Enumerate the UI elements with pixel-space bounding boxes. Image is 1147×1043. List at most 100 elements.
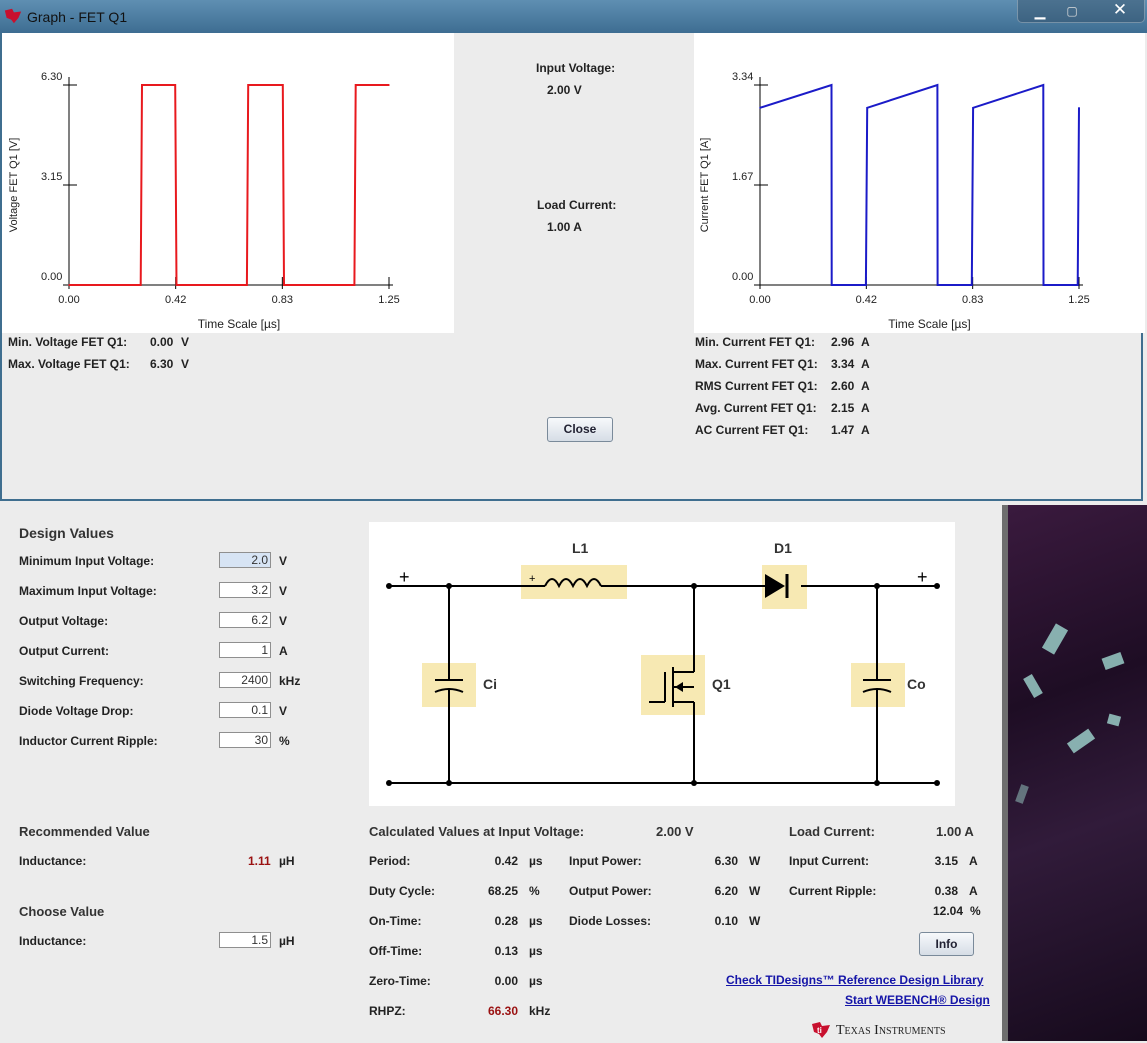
maximize-icon[interactable]: ▢ [1058, 2, 1086, 20]
load-heading: Load Current: [789, 824, 875, 839]
calc-row-value: 0.00 [494, 974, 518, 988]
y-tick-label: 6.30 [41, 71, 62, 83]
data-point [972, 107, 974, 109]
ti-logo: ti [810, 1020, 832, 1043]
calc-row-label: Zero-Time: [369, 974, 431, 988]
data-point [830, 84, 833, 86]
x-tick-label: 1.25 [378, 294, 399, 306]
y-axis-label: Voltage FET Q1 [V] [8, 138, 20, 233]
load-heading-value: 1.00 A [936, 824, 974, 839]
graph-window-titlebar[interactable]: Graph - FET Q1 ▁ ▢ ✕ [0, 0, 1147, 33]
design-row-input[interactable]: 2400 [219, 672, 271, 688]
minimize-icon[interactable]: ▁ [1026, 2, 1054, 20]
power-row-value: 6.30 [714, 854, 738, 868]
calc-row-unit: % [529, 884, 540, 898]
choose-inductance-input[interactable]: 1.5 [219, 932, 271, 948]
series-line [759, 83, 1080, 286]
design-row-input[interactable]: 0.1 [219, 702, 271, 718]
design-row-unit: A [279, 644, 288, 658]
data-point [68, 284, 70, 286]
design-row-input[interactable]: 1 [219, 642, 271, 658]
current-stat-unit: A [861, 423, 870, 437]
design-row-label: Output Voltage: [19, 614, 109, 628]
voltage-chart: 0.00 3.15 6.30 0.00 0.42 0.83 1.25 Time Scale [… [8, 71, 400, 331]
diode-label: D1 [774, 540, 792, 556]
calc-row-unit: kHz [529, 1004, 551, 1018]
inductor-polarity-label: + [529, 573, 535, 585]
design-row-label: Minimum Input Voltage: [19, 554, 155, 568]
x-tick-label: 0.83 [272, 294, 293, 306]
window-controls: ▁ ▢ ✕ [1017, 0, 1145, 23]
current-stat-label: Min. Current FET Q1: [695, 335, 815, 349]
choose-inductance-label: Inductance: [19, 934, 87, 948]
current-stat-unit: A [861, 335, 870, 349]
design-row-input[interactable]: 30 [219, 732, 271, 748]
calc-row-value: 66.30 [487, 1004, 518, 1018]
current-stat-label: RMS Current FET Q1: [695, 379, 818, 393]
data-point [1042, 284, 1045, 286]
load-current-value: 1.00 A [547, 220, 582, 234]
webench-link[interactable]: Start WEBENCH® Design [845, 993, 990, 1007]
data-point [141, 84, 143, 86]
desktop-background [1008, 505, 1147, 1041]
calc-row-value: 0.28 [494, 914, 518, 928]
calc-row-unit: µs [529, 944, 543, 958]
data-point [830, 284, 833, 286]
design-row-unit: % [279, 734, 290, 748]
design-row-input[interactable]: 3.2 [219, 582, 271, 598]
input-voltage-value: 2.00 V [547, 83, 582, 97]
voltage-stat-value: 6.30 [150, 357, 174, 371]
x-tick-label: 1.25 [1068, 294, 1089, 306]
data-point [1076, 284, 1079, 286]
calc-row-label: Off-Time: [369, 944, 423, 958]
design-row-input[interactable]: 6.2 [219, 612, 271, 628]
calc-row-label: Period: [369, 854, 411, 868]
x-axis-label: Time Scale [µs] [888, 317, 971, 331]
calc-heading: Calculated Values at Input Voltage: [369, 824, 585, 839]
design-row-unit: kHz [279, 674, 301, 688]
recommended-inductance-unit: µH [279, 854, 295, 868]
load-current-label: Load Current: [537, 198, 617, 212]
design-row-input[interactable]: 2.0 [219, 552, 271, 568]
tidesigns-link[interactable]: Check TIDesigns™ Reference Design Librar… [726, 973, 983, 987]
voltage-stat-label: Max. Voltage FET Q1: [8, 357, 130, 371]
current-stat-label: Max. Current FET Q1: [695, 357, 818, 371]
choose-inductance-unit: µH [279, 934, 295, 948]
calc-row-label: On-Time: [369, 914, 422, 928]
design-row-label: Switching Frequency: [19, 674, 144, 688]
load-row-value: 3.15 [934, 854, 958, 868]
y-tick-label: 0.00 [732, 271, 753, 283]
voltage-stat-label: Min. Voltage FET Q1: [8, 335, 128, 349]
current-stat-value: 2.96 [831, 335, 855, 349]
power-row-label: Output Power: [569, 884, 652, 898]
design-row-unit: V [279, 614, 288, 628]
calc-row-value: 68.25 [487, 884, 518, 898]
y-tick-label: 3.34 [732, 71, 753, 83]
calc-row-label: RHPZ: [369, 1004, 406, 1018]
ripple-percent-value: 12.04 [933, 904, 964, 918]
current-stat-value: 3.34 [831, 357, 855, 371]
fet-label: Q1 [712, 676, 731, 692]
data-point [759, 107, 761, 109]
current-stat-unit: A [861, 379, 870, 393]
load-row-unit: A [969, 854, 978, 868]
close-button[interactable]: Close [547, 417, 613, 442]
voltage-stat-unit: V [181, 357, 190, 371]
load-row-label: Current Ripple: [789, 884, 877, 898]
power-row-label: Diode Losses: [569, 914, 652, 928]
x-tick-label: 0.00 [749, 294, 770, 306]
data-point [247, 84, 249, 86]
choose-heading: Choose Value [19, 904, 105, 919]
info-button[interactable]: Info [919, 932, 974, 956]
data-point [174, 84, 176, 86]
x-tick-label: 0.42 [856, 294, 877, 306]
y-tick-label: 1.67 [732, 171, 753, 183]
data-point [1042, 84, 1045, 86]
data-point [282, 84, 284, 86]
design-row-label: Output Current: [19, 644, 109, 658]
close-window-icon[interactable]: ✕ [1102, 0, 1138, 20]
data-point [246, 284, 248, 286]
ti-logo-icon: ti [812, 1022, 830, 1038]
load-row-value: 0.38 [934, 884, 958, 898]
data-point [175, 284, 178, 286]
